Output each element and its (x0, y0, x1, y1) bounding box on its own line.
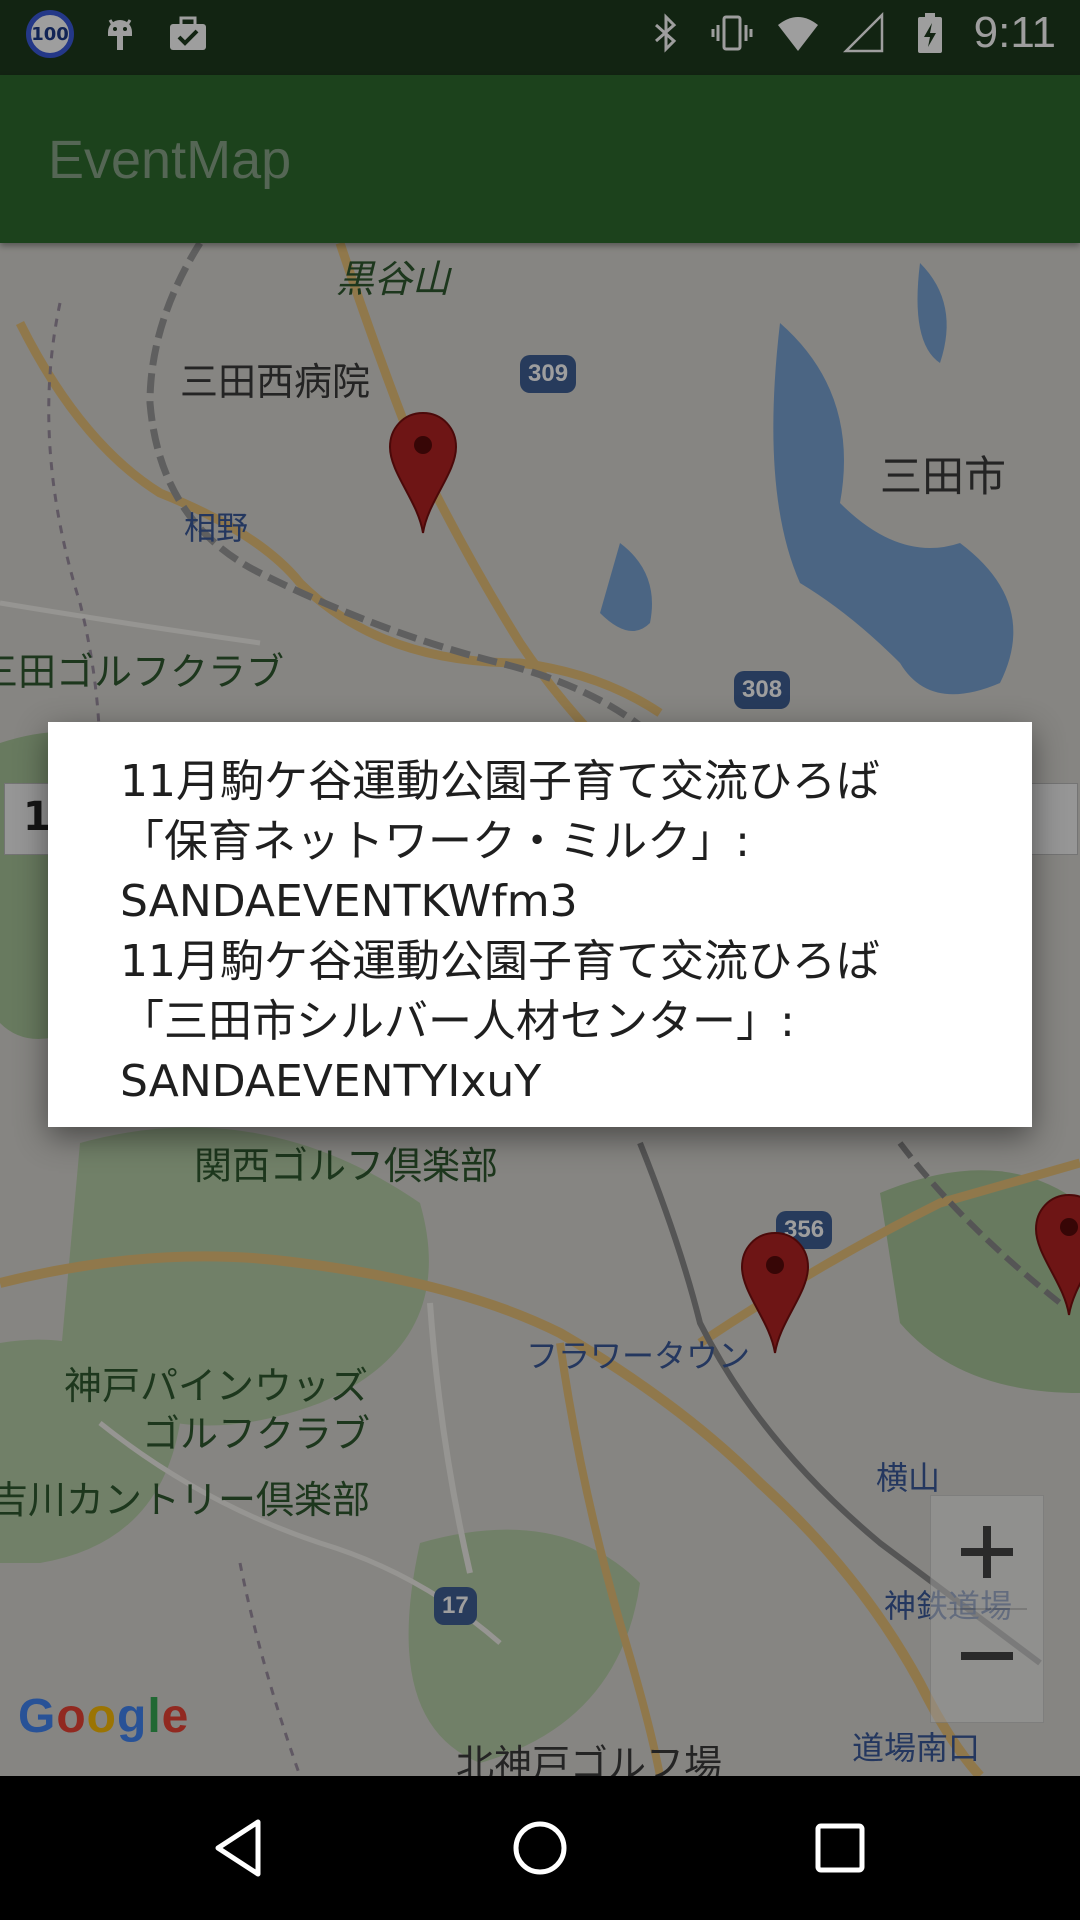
navigation-bar (0, 1776, 1080, 1920)
event-list-dialog: 11月駒ケ谷運動公園子育て交流ひろば 「保育ネットワーク・ミルク」: SANDA… (48, 722, 1032, 1127)
recents-button[interactable] (804, 1812, 876, 1884)
event-list-item[interactable]: 11月駒ケ谷運動公園子育て交流ひろば 「三田市シルバー人材センター」: SAND… (120, 932, 992, 1112)
back-button[interactable] (204, 1812, 276, 1884)
home-button[interactable] (504, 1812, 576, 1884)
event-list-item[interactable]: 11月駒ケ谷運動公園子育て交流ひろば 「保育ネットワーク・ミルク」: SANDA… (120, 752, 992, 932)
event-list: 11月駒ケ谷運動公園子育て交流ひろば 「保育ネットワーク・ミルク」: SANDA… (120, 752, 992, 1112)
